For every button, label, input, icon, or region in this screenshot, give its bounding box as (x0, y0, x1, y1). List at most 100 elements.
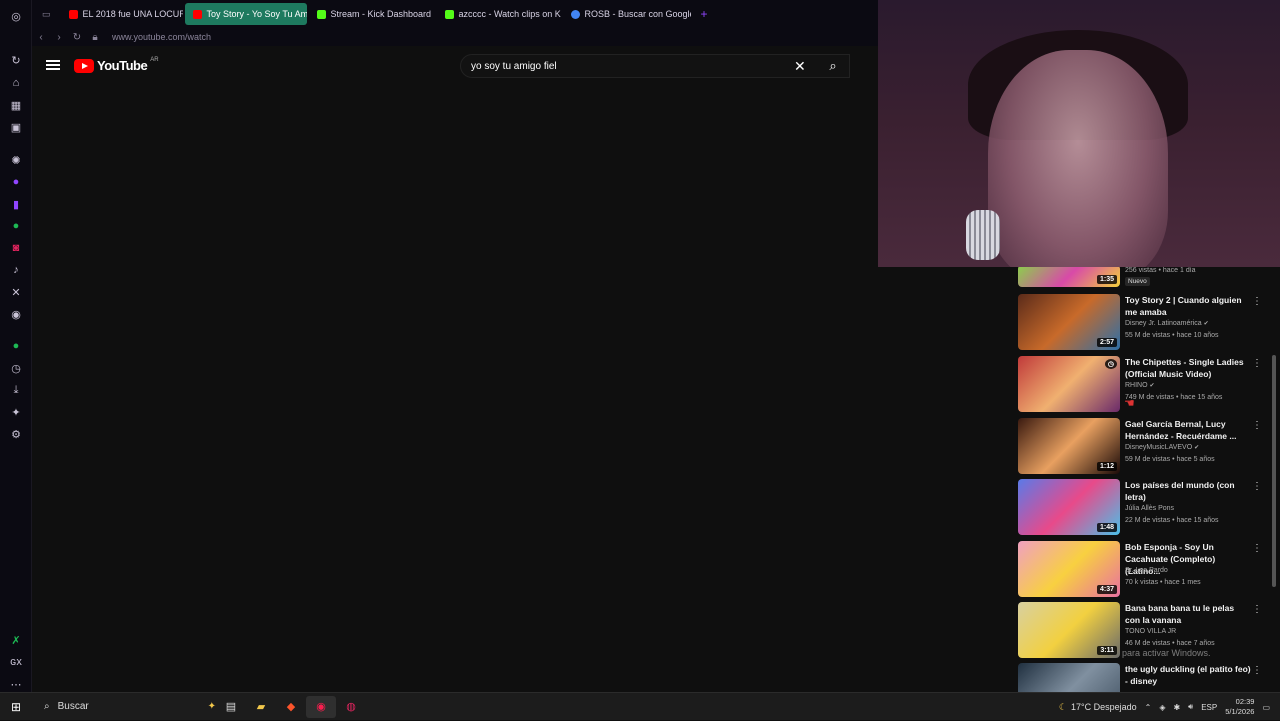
video-thumbnail[interactable]: 1:12 (1018, 418, 1120, 474)
tab-4[interactable]: ROSB - Buscar con Google (563, 3, 691, 25)
channel-name[interactable]: DisneyMusicLAVEVO ✔ (1125, 444, 1199, 451)
video-title[interactable]: Toy Story 2 | Cuando alguien me amaba (1125, 294, 1251, 318)
x-icon[interactable]: ✕ (8, 284, 24, 300)
tab-3[interactable]: azcccc - Watch clips on K (437, 3, 561, 25)
settings-icon[interactable]: ⚙ (8, 426, 24, 442)
tab-2[interactable]: Stream - Kick Dashboard (309, 3, 435, 25)
notifications-icon[interactable]: ▭ (1262, 703, 1270, 712)
video-thumbnail[interactable]: 1:35 (1018, 267, 1120, 287)
tiktok-icon[interactable]: ♪ (8, 262, 24, 278)
more-options-icon[interactable]: ⋮ (1252, 665, 1262, 676)
brave-icon[interactable]: ◆ (276, 696, 306, 718)
more-icon[interactable]: ⋯ (8, 676, 24, 692)
tab-label: Stream - Kick Dashboard (330, 9, 432, 19)
list-item[interactable]: 1:35 256 vistas • hace 1 día Nuevo (1018, 267, 1268, 289)
tray-overflow-icon[interactable]: ⌃ (1145, 703, 1152, 712)
channel-name[interactable]: RHINO ✔ (1125, 382, 1155, 389)
opera-logo-icon[interactable]: ◎ (8, 8, 24, 24)
webcam-face (988, 50, 1168, 267)
video-thumbnail[interactable]: 2:57 (1018, 294, 1120, 350)
list-item[interactable]: 2:57 Toy Story 2 | Cuando alguien me ama… (1018, 294, 1268, 352)
more-options-icon[interactable]: ⋮ (1252, 481, 1262, 492)
video-thumbnail[interactable]: 3:11 (1018, 602, 1120, 658)
chatgpt-icon[interactable]: ✺ (8, 152, 24, 168)
search-icon: ⌕ (44, 701, 50, 712)
verified-icon: ✔ (1149, 383, 1155, 389)
forward-icon[interactable]: › (50, 32, 68, 43)
channel-name[interactable]: Disney Jr. Latinoamérica ✔ (1125, 320, 1209, 327)
pinboard-icon[interactable]: ▦ (8, 97, 24, 113)
extensions-icon[interactable]: ✦ (8, 404, 24, 420)
video-title[interactable]: the ugly duckling (el patito feo) - disn… (1125, 663, 1251, 687)
tab-1[interactable]: Toy Story - Yo Soy Tu Ami (184, 3, 307, 25)
list-item[interactable]: the ugly duckling (el patito feo) - disn… (1018, 663, 1268, 692)
video-thumbnail[interactable]: 4:37 (1018, 541, 1120, 597)
video-thumbnail[interactable]: ◷ (1018, 356, 1120, 412)
file-explorer-icon[interactable]: ▰ (246, 696, 276, 718)
video-meta: 70 k vistas • hace 1 mes (1125, 579, 1201, 586)
windows-start-icon[interactable]: ⊞ (0, 700, 32, 714)
video-meta: 46 M de vistas • hace 7 años (1125, 640, 1215, 647)
history-icon[interactable]: ◷ (8, 360, 24, 376)
more-options-icon[interactable]: ⋮ (1252, 543, 1262, 554)
video-thumbnail[interactable]: 1:48 (1018, 479, 1120, 535)
discord-icon[interactable]: ◉ (8, 306, 24, 322)
gx-corner-icon[interactable]: ✗ (8, 632, 24, 648)
spotify-icon[interactable]: ● (8, 338, 24, 354)
weather-widget[interactable]: ☾ 17°C Despejado (1059, 702, 1137, 713)
search-input[interactable]: yo soy tu amigo fiel (460, 54, 850, 78)
list-item[interactable]: 4:37 Bob Esponja - Soy Un Cacahuate (Com… (1018, 541, 1268, 599)
tab-strip: ▭ EL 2018 fue UNA LOCURA Toy Story - Yo … (32, 0, 878, 28)
refresh-icon[interactable]: ↻ (8, 52, 24, 68)
gx-logo-icon[interactable]: ɢx (8, 654, 24, 670)
list-item[interactable]: 1:48 Los países del mundo (con letra) Jú… (1018, 479, 1268, 537)
video-title[interactable]: Bana bana bana tu le pelas con la vanana (1125, 602, 1251, 626)
tab-0[interactable]: EL 2018 fue UNA LOCURA (61, 3, 183, 25)
list-item[interactable]: 1:12 Gael García Bernal, Lucy Hernández … (1018, 418, 1268, 476)
whatsapp-icon[interactable]: ● (8, 218, 24, 234)
taskbar-search[interactable]: ⌕ Buscar ✦ (36, 696, 216, 718)
more-options-icon[interactable]: ⋮ (1252, 358, 1262, 369)
video-meta: 55 M de vistas • hace 10 años (1125, 332, 1219, 339)
search-button[interactable]: ⌕ (817, 54, 849, 78)
list-item[interactable]: ◷ The Chipettes - Single Ladies (Officia… (1018, 356, 1268, 414)
video-title[interactable]: Gael García Bernal, Lucy Hernández - Rec… (1125, 418, 1251, 442)
obs-icon[interactable]: ◍ (336, 696, 366, 718)
channel-name[interactable]: TONO VILLA JR (1125, 628, 1176, 635)
cs-icon[interactable]: ● (8, 174, 24, 190)
new-tab-button[interactable]: + (693, 3, 716, 25)
video-title[interactable]: Los países del mundo (con letra) (1125, 479, 1251, 503)
more-options-icon[interactable]: ⋮ (1252, 296, 1262, 307)
opera-gx-icon[interactable]: ◉ (306, 695, 336, 718)
clock[interactable]: 02:39 5/1/2026 (1225, 697, 1254, 717)
reload-icon[interactable]: ↻ (68, 32, 86, 43)
tab-label: ROSB - Buscar con Google (584, 9, 691, 19)
flow-icon[interactable]: ⌂ (8, 75, 24, 91)
clear-search-icon[interactable]: ✕ (794, 58, 806, 75)
language-indicator[interactable]: ESP (1201, 703, 1217, 712)
bookmark-icon[interactable]: ▣ (8, 119, 24, 135)
more-options-icon[interactable]: ⋮ (1252, 604, 1262, 615)
watch-later-icon[interactable]: ◷ (1104, 359, 1117, 369)
channel-name[interactable]: Júlia Allès Pons (1125, 505, 1174, 512)
url-field[interactable]: www.youtube.com/watch (112, 32, 211, 42)
instagram-icon[interactable]: ◙ (8, 240, 24, 256)
channel-name[interactable]: Sr. Leo Pardo (1125, 567, 1168, 574)
tray-app-icon[interactable]: ◈ (1159, 703, 1165, 712)
tray-bluetooth-icon[interactable]: ✱ (1173, 703, 1180, 712)
menu-icon[interactable] (46, 58, 60, 72)
back-icon[interactable]: ‹ (32, 32, 50, 43)
video-thumbnail[interactable] (1018, 663, 1120, 692)
tab-label: azcccc - Watch clips on K (458, 9, 561, 19)
youtube-header: YouTube AR yo soy tu amigo fiel ✕ ⌕ (32, 46, 878, 86)
downloads-icon[interactable]: ⤓ (8, 382, 24, 398)
sidebar-scrollbar[interactable] (1272, 355, 1276, 587)
more-options-icon[interactable]: ⋮ (1252, 420, 1262, 431)
tab-overview-icon[interactable]: ▭ (34, 3, 59, 25)
video-title[interactable]: The Chipettes - Single Ladies (Official … (1125, 356, 1251, 380)
video-meta: 749 M de vistas • hace 15 años (1125, 394, 1223, 401)
tray-volume-icon[interactable]: 🔊︎ (1188, 702, 1193, 712)
task-view-icon[interactable]: ▤ (216, 696, 246, 718)
youtube-logo[interactable]: YouTube AR (74, 57, 159, 73)
twitch-icon[interactable]: ▮ (8, 196, 24, 212)
